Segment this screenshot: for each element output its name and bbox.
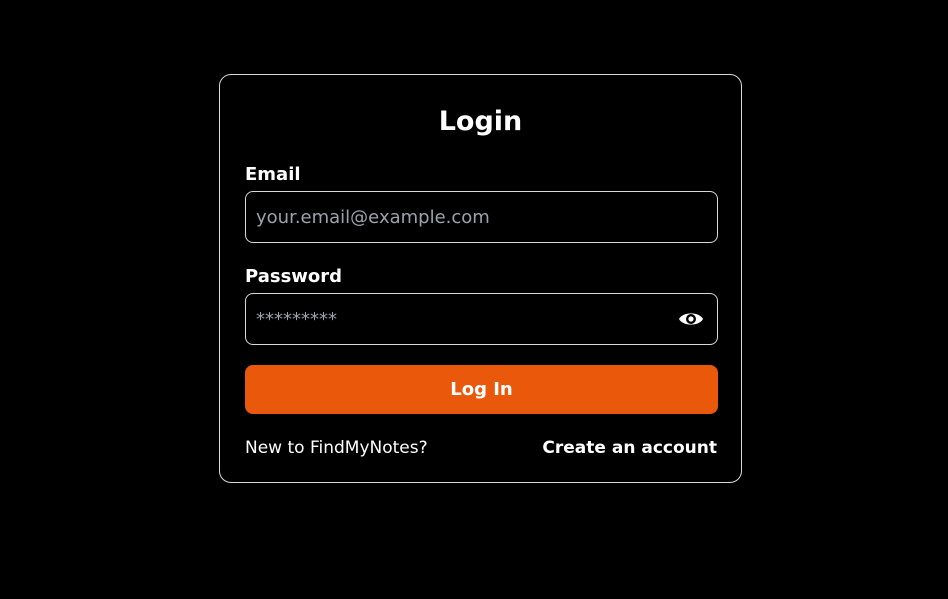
create-account-link[interactable]: Create an account bbox=[542, 436, 717, 460]
password-label: Password bbox=[245, 266, 343, 287]
email-field-container bbox=[245, 191, 718, 243]
login-card: Login Email Password Log In New to FindM… bbox=[219, 74, 742, 483]
login-title: Login bbox=[438, 106, 523, 137]
password-field-container bbox=[245, 293, 718, 345]
signup-prompt: New to FindMyNotes? bbox=[245, 438, 428, 458]
login-button[interactable]: Log In bbox=[245, 365, 718, 414]
eye-icon[interactable] bbox=[678, 308, 704, 330]
password-field[interactable] bbox=[246, 294, 717, 344]
email-label: Email bbox=[245, 164, 301, 185]
email-field[interactable] bbox=[246, 192, 717, 242]
